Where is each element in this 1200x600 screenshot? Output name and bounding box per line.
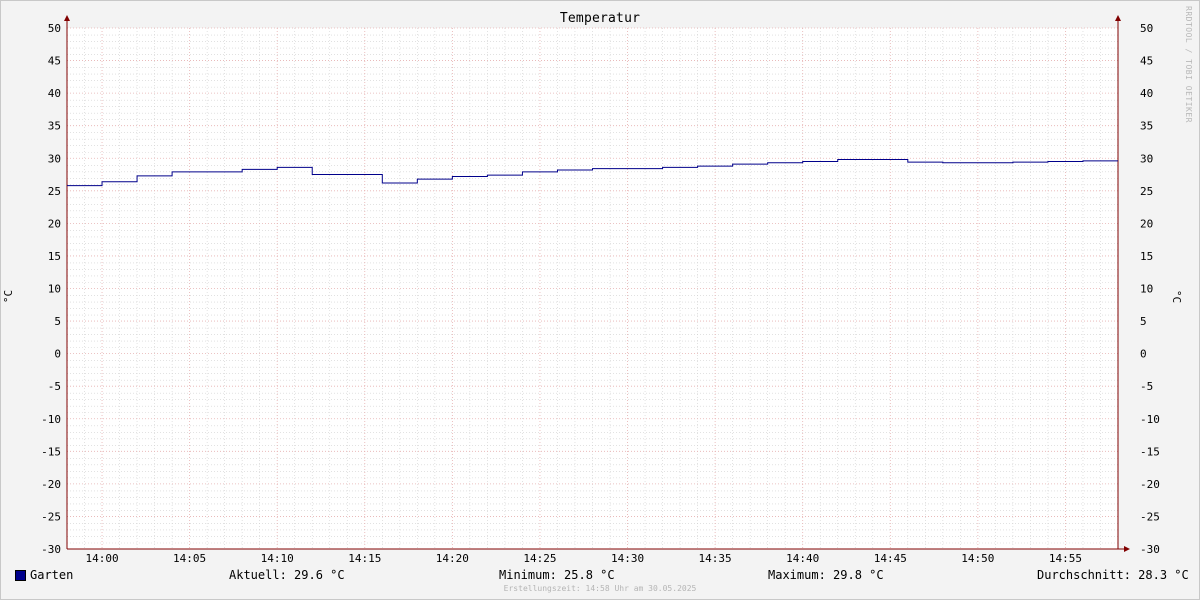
- y-tick-label-left: 45: [48, 55, 61, 68]
- y-tick-label-left: 5: [54, 315, 61, 328]
- y-tick-label-right: 5: [1140, 315, 1147, 328]
- x-tick-label: 14:35: [699, 552, 732, 565]
- y-tick-label-left: 20: [48, 217, 61, 230]
- legend-aktuell: Aktuell: 29.6 °C: [229, 568, 345, 582]
- x-tick-label: 14:55: [1049, 552, 1082, 565]
- y-tick-label-left: -20: [41, 478, 61, 491]
- y-tick-label-right: -20: [1140, 478, 1160, 491]
- y-tick-label-right: -5: [1140, 380, 1153, 393]
- y-tick-label-right: 20: [1140, 217, 1153, 230]
- y-axis-label-left: °C: [2, 289, 16, 304]
- x-tick-label: 14:15: [348, 552, 381, 565]
- y-tick-label-right: 0: [1140, 348, 1147, 361]
- y-tick-label-right: -25: [1140, 510, 1160, 523]
- y-tick-label-left: -25: [41, 510, 61, 523]
- y-tick-label-right: -30: [1140, 543, 1160, 556]
- y-tick-label-left: -30: [41, 543, 61, 556]
- y-tick-label-left: 15: [48, 250, 61, 263]
- watermark: RRDTOOL / TOBI OETIKER: [1184, 6, 1193, 123]
- legend: Garten Aktuell: 29.6 °C Minimum: 25.8 °C…: [0, 567, 1200, 583]
- y-tick-label-left: 0: [54, 348, 61, 361]
- legend-durchschnitt: Durchschnitt: 28.3 °C: [1037, 568, 1189, 582]
- y-tick-label-left: 35: [48, 120, 61, 133]
- x-tick-label: 14:40: [786, 552, 819, 565]
- x-tick-label: 14:25: [523, 552, 556, 565]
- y-tick-label-right: -15: [1140, 445, 1160, 458]
- y-tick-label-right: 15: [1140, 250, 1153, 263]
- legend-minimum: Minimum: 25.8 °C: [499, 568, 615, 582]
- y-tick-label-right: 25: [1140, 185, 1153, 198]
- legend-series-name: Garten: [30, 568, 74, 582]
- legend-maximum: Maximum: 29.8 °C: [768, 568, 884, 582]
- x-tick-label: 14:05: [173, 552, 206, 565]
- y-tick-label-left: -15: [41, 445, 61, 458]
- footer-timestamp: Erstellungszeit: 14:58 Uhr am 30.05.2025: [503, 584, 697, 593]
- legend-swatch-garten: [15, 570, 26, 581]
- x-axis-arrow: [1124, 546, 1130, 552]
- y-axis-label-right: °C: [1170, 289, 1184, 304]
- x-tick-label: 14:30: [611, 552, 644, 565]
- x-tick-label: 14:00: [85, 552, 118, 565]
- y-tick-label-left: -10: [41, 413, 61, 426]
- y-tick-label-right: -10: [1140, 413, 1160, 426]
- y-tick-label-left: 25: [48, 185, 61, 198]
- y-tick-label-left: -5: [48, 380, 61, 393]
- chart-title: Temperatur: [559, 11, 641, 26]
- y-tick-label-right: 30: [1140, 152, 1153, 165]
- y-tick-label-right: 40: [1140, 87, 1153, 100]
- x-tick-label: 14:20: [436, 552, 469, 565]
- y-tick-label-left: 30: [48, 152, 61, 165]
- x-tick-label: 14:10: [261, 552, 294, 565]
- x-tick-label: 14:45: [874, 552, 907, 565]
- y-tick-label-right: 35: [1140, 120, 1153, 133]
- x-tick-label: 14:50: [961, 552, 994, 565]
- y-tick-label-left: 40: [48, 87, 61, 100]
- y-tick-label-left: 10: [48, 283, 61, 296]
- chart-svg: 50 5045 4540 4035 3530 3025 2520 2015 1510 105 50 0…: [41, 15, 1160, 565]
- y-tick-label-right: 10: [1140, 283, 1153, 296]
- y-tick-label-right: 45: [1140, 55, 1153, 68]
